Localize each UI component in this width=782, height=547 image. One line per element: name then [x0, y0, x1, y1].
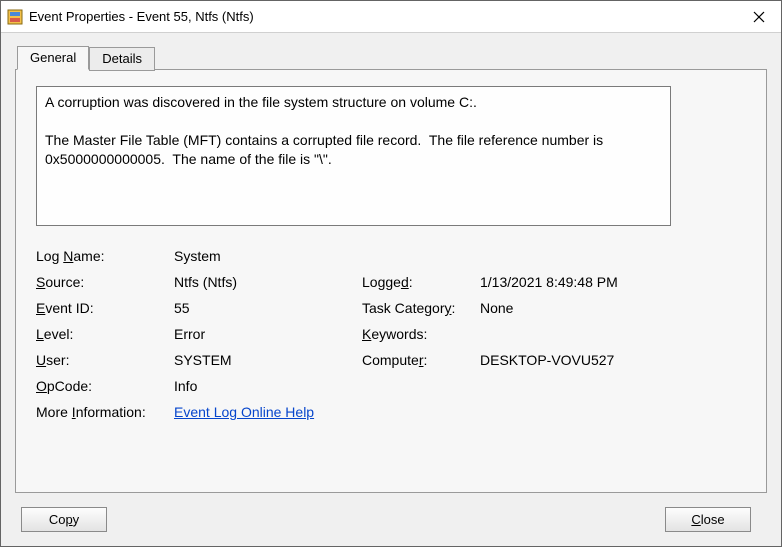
value-level: Error: [174, 326, 354, 342]
label-source: Source:: [36, 274, 166, 290]
event-properties-window: Event Properties - Event 55, Ntfs (Ntfs)…: [0, 0, 782, 547]
value-keywords: [480, 326, 746, 342]
fields-grid: Log Name: System Source: Ntfs (Ntfs) Log…: [36, 248, 746, 420]
dialog-body: General Details A corruption was discove…: [1, 33, 781, 546]
label-logged: Logged:: [362, 274, 472, 290]
close-button[interactable]: Close: [665, 507, 751, 532]
label-event-id: Event ID:: [36, 300, 166, 316]
titlebar: Event Properties - Event 55, Ntfs (Ntfs): [1, 1, 781, 33]
window-title: Event Properties - Event 55, Ntfs (Ntfs): [29, 9, 736, 24]
tab-general[interactable]: General: [17, 46, 89, 70]
label-log-name: Log Name:: [36, 248, 166, 264]
tab-details[interactable]: Details: [89, 47, 155, 71]
app-icon: [7, 9, 23, 25]
dialog-footer: Copy Close: [15, 493, 767, 532]
label-more-info: More Information:: [36, 404, 166, 420]
label-level: Level:: [36, 326, 166, 342]
value-more-info: Event Log Online Help: [174, 404, 746, 420]
value-event-id: 55: [174, 300, 354, 316]
copy-button[interactable]: Copy: [21, 507, 107, 532]
label-opcode: OpCode:: [36, 378, 166, 394]
value-log-name: System: [174, 248, 746, 264]
value-computer: DESKTOP-VOVU527: [480, 352, 746, 368]
value-opcode: Info: [174, 378, 746, 394]
value-task-category: None: [480, 300, 746, 316]
label-keywords: Keywords:: [362, 326, 472, 342]
label-user: User:: [36, 352, 166, 368]
close-window-button[interactable]: [736, 1, 781, 32]
close-icon: [753, 11, 765, 23]
general-panel: A corruption was discovered in the file …: [15, 69, 767, 493]
label-task-category: Task Category:: [362, 300, 472, 316]
value-user: SYSTEM: [174, 352, 354, 368]
tab-strip: General Details: [17, 45, 767, 69]
label-computer: Computer:: [362, 352, 472, 368]
event-description[interactable]: A corruption was discovered in the file …: [36, 86, 671, 226]
event-log-online-help-link[interactable]: Event Log Online Help: [174, 404, 314, 420]
value-source: Ntfs (Ntfs): [174, 274, 354, 290]
value-logged: 1/13/2021 8:49:48 PM: [480, 274, 746, 290]
